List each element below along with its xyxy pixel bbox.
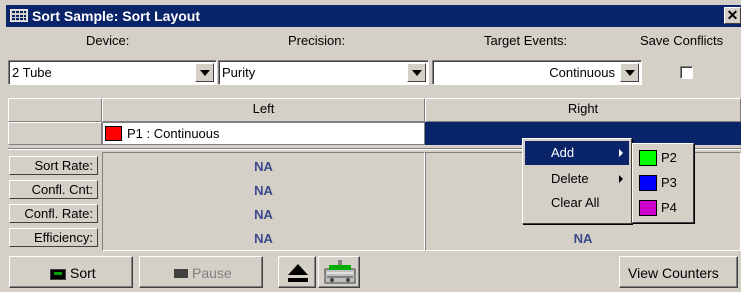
pause-icon: [174, 269, 188, 278]
eject-icon: [288, 264, 308, 282]
left-gate-label: P1 : Continuous: [127, 126, 220, 141]
chevron-down-icon[interactable]: [407, 63, 426, 82]
chevron-down-icon[interactable]: [620, 63, 639, 82]
device-label: Device:: [86, 33, 130, 48]
close-icon: ✕: [726, 7, 739, 23]
add-submenu: P2 P3 P4: [632, 143, 694, 223]
p2-label: P2: [661, 150, 677, 165]
efficiency-label: Efficiency:: [9, 228, 98, 247]
sort-layout-window: Sort Sample: Sort Layout ✕ Device: Preci…: [6, 5, 741, 292]
target-events-value: Continuous: [549, 65, 615, 80]
confl-cnt-label: Confl. Cnt:: [9, 180, 98, 199]
submenu-arrow-icon: [619, 149, 623, 157]
sort-rate-left-value: NA: [254, 159, 273, 174]
target-events-label: Target Events:: [484, 33, 568, 48]
left-header-label: Left: [252, 101, 275, 116]
submenu-item-p4[interactable]: P4: [635, 196, 691, 220]
eject-button[interactable]: [278, 256, 316, 288]
save-conflicts-checkbox[interactable]: [680, 66, 693, 79]
table-corner: [8, 98, 102, 122]
sort-setup-button[interactable]: [318, 256, 360, 288]
right-column-header: Right: [425, 98, 741, 122]
view-counters-label: View Counters: [628, 265, 719, 281]
device-value: 2 Tube: [12, 65, 52, 80]
left-column-header: Left: [102, 98, 425, 122]
chevron-down-icon[interactable]: [195, 63, 214, 82]
close-button[interactable]: ✕: [724, 7, 741, 24]
precision-label: Precision:: [288, 33, 346, 48]
confl-rate-left-value: NA: [254, 207, 273, 222]
left-gate-cell[interactable]: P1 : Continuous: [102, 122, 425, 145]
title-bar[interactable]: Sort Sample: Sort Layout ✕: [6, 5, 741, 27]
pause-button-label: Pause: [192, 265, 232, 281]
save-conflicts-label: Save Conflicts: [640, 33, 724, 48]
precision-value: Purity: [222, 65, 256, 80]
menu-item-add-label: Add: [551, 145, 575, 160]
target-events-select[interactable]: Continuous: [432, 60, 642, 85]
window-title: Sort Sample: Sort Layout: [32, 8, 201, 24]
confl-cnt-left-value: NA: [254, 183, 273, 198]
pause-button[interactable]: Pause: [139, 256, 263, 288]
sort-layout-icon: [10, 9, 28, 22]
p4-color-swatch: [639, 200, 657, 216]
sort-rate-label: Sort Rate:: [9, 156, 98, 175]
menu-item-clear-all-label: Clear All: [551, 195, 600, 210]
row-header-cell: [8, 122, 102, 145]
sort-button-label: Sort: [70, 265, 96, 281]
sort-icon: [50, 269, 66, 280]
view-counters-button[interactable]: View Counters: [619, 256, 738, 288]
menu-item-delete[interactable]: Delete: [525, 167, 629, 191]
menu-item-clear-all[interactable]: Clear All: [525, 191, 629, 215]
efficiency-left-value: NA: [254, 231, 273, 246]
submenu-arrow-icon: [619, 175, 623, 183]
efficiency-right-value: NA: [573, 231, 593, 246]
menu-item-add[interactable]: Add: [525, 141, 629, 165]
precision-select[interactable]: Purity: [218, 60, 429, 85]
p3-color-swatch: [639, 175, 657, 191]
menu-item-delete-label: Delete: [551, 171, 589, 186]
device-select[interactable]: 2 Tube: [8, 60, 217, 85]
context-menu: Add Delete Clear All: [522, 138, 632, 224]
submenu-item-p3[interactable]: P3: [635, 171, 691, 195]
submenu-item-p2[interactable]: P2: [635, 146, 691, 170]
sort-setup-icon: [324, 260, 356, 284]
p3-label: P3: [661, 175, 677, 190]
right-header-label: Right: [567, 101, 599, 116]
p4-label: P4: [661, 200, 677, 215]
sort-button[interactable]: Sort: [9, 256, 133, 288]
gate-color-swatch: [105, 126, 122, 141]
confl-rate-label: Confl. Rate:: [9, 204, 98, 223]
p2-color-swatch: [639, 150, 657, 166]
